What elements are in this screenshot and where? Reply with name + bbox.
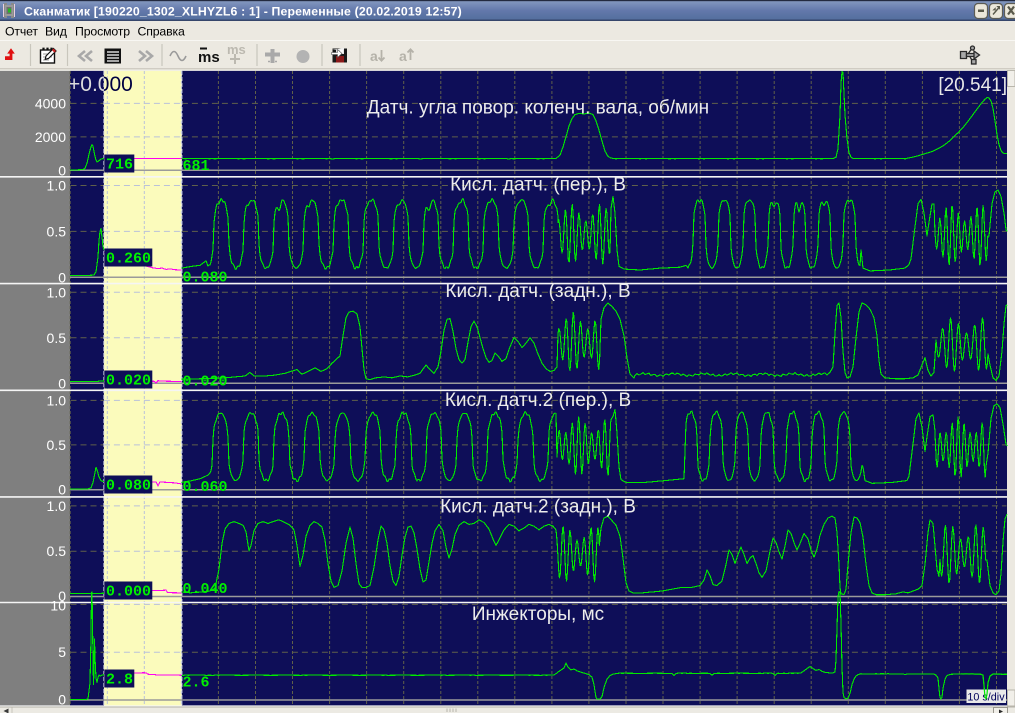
svg-text:0: 0 — [58, 692, 66, 708]
svg-text:ms: ms — [227, 42, 246, 57]
svg-text:Кисл. датч. (задн.), В: Кисл. датч. (задн.), В — [445, 281, 630, 302]
svg-text:716: 716 — [106, 157, 133, 174]
svg-text:5: 5 — [58, 644, 66, 660]
svg-text:0.020: 0.020 — [183, 374, 228, 391]
svg-text:2.6: 2.6 — [183, 675, 210, 692]
svg-text:0.5: 0.5 — [47, 330, 67, 346]
svg-text:0.000: 0.000 — [106, 584, 151, 601]
svg-text:2.8: 2.8 — [106, 672, 133, 689]
svg-text:10: 10 — [50, 597, 66, 613]
svg-text:Сканматик [190220_1302_XLHYZL6: Сканматик [190220_1302_XLHYZL6 : 1] - Пе… — [24, 4, 462, 18]
svg-text:[20.541]: [20.541] — [938, 75, 1007, 96]
svg-text:681: 681 — [183, 158, 210, 175]
svg-text:1.0: 1.0 — [47, 178, 67, 194]
svg-text:1.0: 1.0 — [47, 498, 67, 514]
svg-text:2000: 2000 — [35, 129, 66, 145]
svg-text:0.5: 0.5 — [47, 223, 67, 239]
svg-text:0.260: 0.260 — [106, 251, 151, 268]
svg-text:0.5: 0.5 — [47, 543, 67, 559]
svg-text:Вид: Вид — [45, 25, 67, 39]
svg-text:a: a — [370, 48, 378, 64]
svg-text:Просмотр: Просмотр — [75, 25, 130, 39]
svg-text:0.060: 0.060 — [183, 479, 228, 496]
svg-text:0: 0 — [58, 482, 66, 498]
svg-text:ms: ms — [198, 49, 220, 66]
svg-text:4000: 4000 — [35, 95, 66, 111]
svg-text:Кисл. датч.2 (задн.), В: Кисл. датч.2 (задн.), В — [440, 497, 636, 518]
svg-text:Отчет: Отчет — [5, 25, 38, 39]
svg-text:1.0: 1.0 — [47, 284, 67, 300]
svg-text:0.080: 0.080 — [106, 478, 151, 495]
svg-text:Кисл. датч. (пер.), В: Кисл. датч. (пер.), В — [450, 175, 626, 196]
svg-text:0.080: 0.080 — [183, 270, 228, 287]
svg-text:0: 0 — [58, 162, 66, 178]
svg-text:Датч. угла повор. коленч. вала: Датч. угла повор. коленч. вала, об/мин — [367, 98, 709, 119]
svg-text:0.040: 0.040 — [183, 581, 228, 598]
svg-text:Кисл. датч.2 (пер.), В: Кисл. датч.2 (пер.), В — [445, 390, 631, 411]
svg-text:0: 0 — [58, 375, 66, 391]
svg-text:0.5: 0.5 — [47, 437, 67, 453]
svg-text:Инжекторы, мс: Инжекторы, мс — [472, 604, 604, 625]
svg-text:0: 0 — [58, 269, 66, 285]
svg-text:a: a — [399, 48, 407, 64]
svg-text:0.020: 0.020 — [106, 373, 151, 390]
svg-text:Справка: Справка — [138, 25, 186, 39]
svg-text:1.0: 1.0 — [47, 392, 67, 408]
